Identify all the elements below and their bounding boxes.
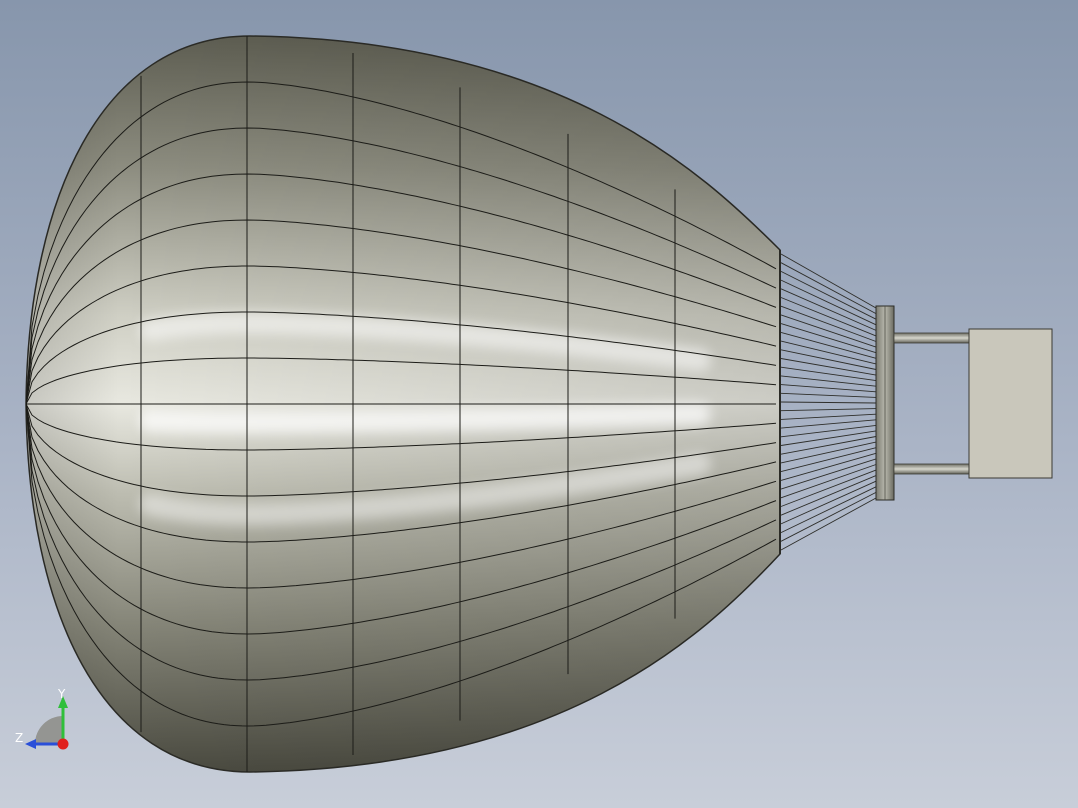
balloon-envelope[interactable]: [0, 0, 790, 808]
suspension-line: [780, 392, 877, 398]
y-axis-label: Y: [58, 687, 66, 701]
suspension-line: [780, 366, 877, 382]
cad-viewport[interactable]: Y Z: [0, 0, 1078, 808]
suspension-line: [780, 497, 877, 551]
balloon-model[interactable]: [0, 0, 1078, 808]
suspension-line: [780, 458, 877, 490]
suspension-line: [780, 452, 877, 481]
load-ring[interactable]: [875, 305, 895, 501]
triad-quadrant: [35, 716, 63, 744]
suspension-line: [780, 384, 877, 393]
z-axis-arrowhead: [25, 739, 36, 749]
suspension-line: [780, 262, 877, 314]
suspension-line: [780, 297, 877, 337]
x-axis-dot: [57, 738, 69, 750]
suspension-line: [780, 401, 877, 404]
suspension-line: [780, 413, 877, 420]
z-axis-label: Z: [15, 731, 24, 745]
suspension-line: [780, 253, 877, 309]
highlight-band: [139, 403, 711, 434]
payload-box[interactable]: [968, 328, 1053, 479]
suspension-line: [780, 375, 877, 387]
suspension-line: [780, 469, 877, 507]
suspension-lines: [780, 253, 877, 551]
suspension-line: [780, 491, 877, 542]
suspension-line: [780, 408, 877, 412]
suspension-line: [780, 314, 877, 348]
support-rods: [893, 332, 971, 475]
suspension-line: [780, 279, 877, 326]
suspension-line: [780, 480, 877, 525]
suspension-line: [780, 323, 877, 354]
suspension-line: [780, 430, 877, 446]
